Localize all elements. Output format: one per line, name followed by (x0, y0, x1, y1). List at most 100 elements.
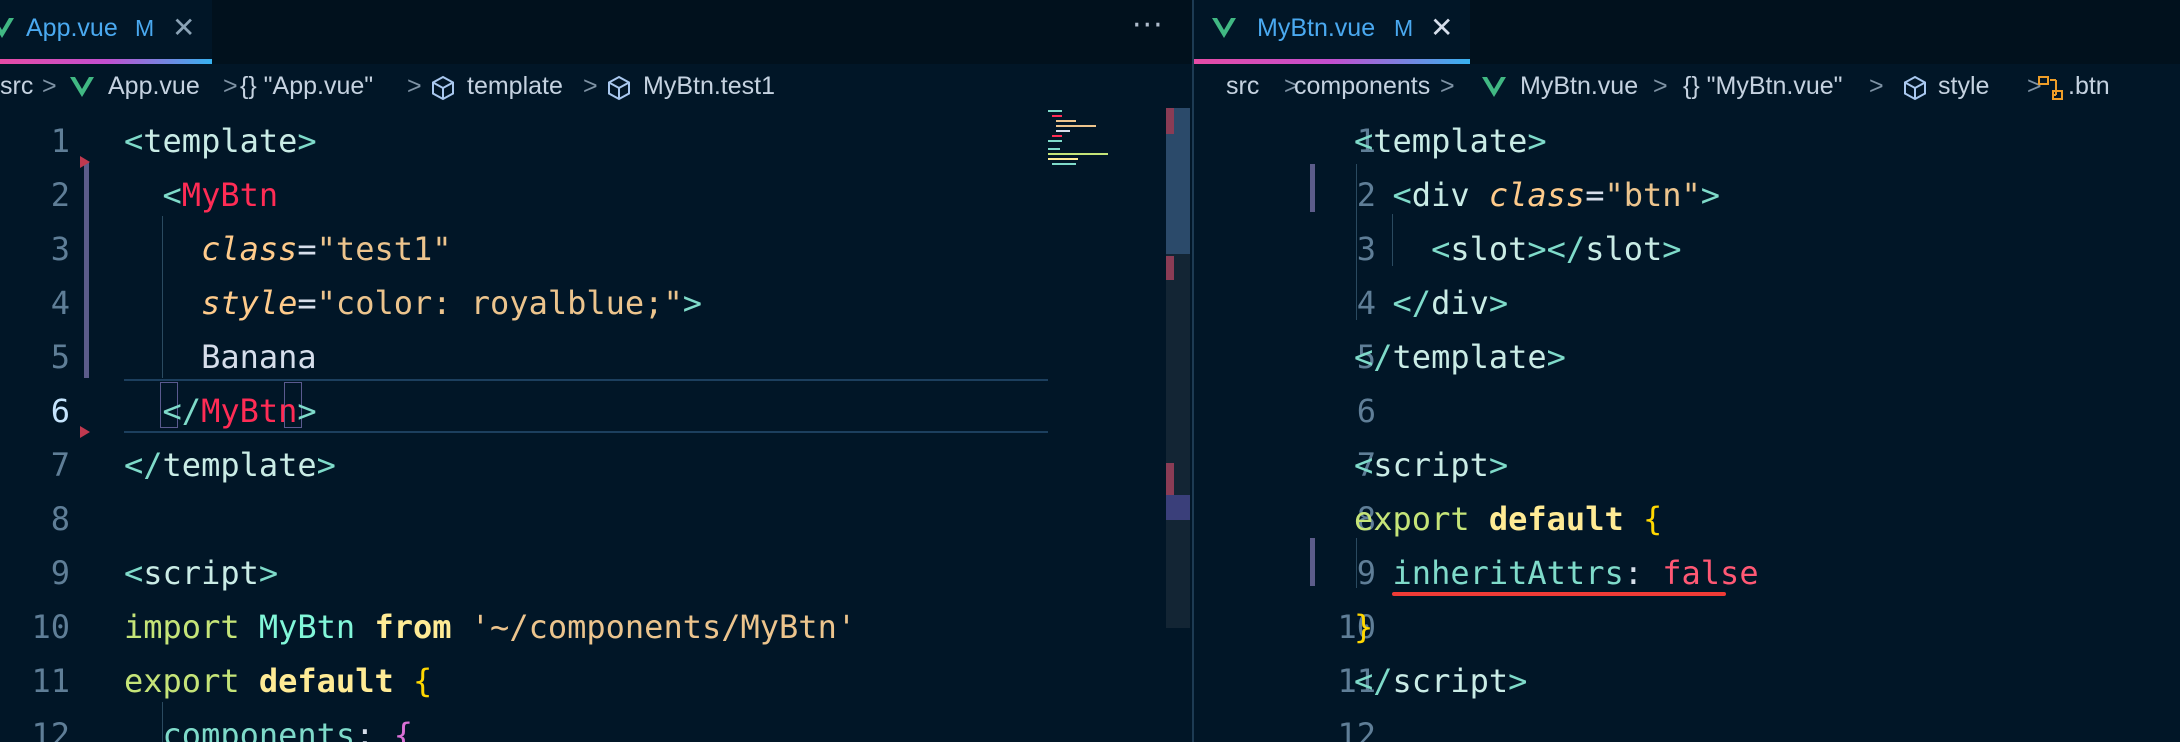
code-token: </ (1392, 284, 1432, 322)
breadcrumb-module[interactable]: {} "MyBtn.vue" (1683, 72, 1843, 101)
code-line[interactable]: 4 style="color: royalblue;"> (0, 276, 1192, 330)
line-number: 6 (1356, 392, 1376, 430)
breadcrumb-src[interactable]: src (1226, 72, 1259, 101)
code-token: default (1488, 500, 1643, 538)
line-number: 1 (50, 122, 70, 160)
code-line[interactable]: 7 <script> (1194, 438, 2180, 492)
breadcrumb-file[interactable]: App.vue (108, 72, 200, 101)
code-text: </script> (1354, 654, 1527, 708)
code-line[interactable]: 12 components: { (0, 708, 1192, 742)
change-marker (1166, 463, 1174, 495)
code-token: "btn" (1604, 176, 1701, 214)
code-token: < (124, 122, 144, 160)
code-token: > (1508, 662, 1528, 700)
style-rule-icon (2038, 76, 2063, 100)
close-icon[interactable]: ✕ (172, 11, 195, 44)
tab-app-vue[interactable]: App.vue M ✕ (0, 0, 212, 64)
close-icon[interactable]: ✕ (1430, 11, 1453, 44)
active-tab-indicator (0, 59, 212, 64)
code-line[interactable]: 3 <slot></slot> (1194, 222, 2180, 276)
code-line[interactable]: 11 export default { (0, 654, 1192, 708)
breadcrumb-separator: > (407, 72, 422, 100)
breadcrumb-symbol[interactable]: MyBtn.test1 (643, 72, 775, 101)
minimap[interactable] (1048, 108, 1128, 168)
code-token: > (1488, 446, 1509, 484)
code-line[interactable]: 4 </div> (1194, 276, 2180, 330)
code-token: import (124, 608, 259, 646)
code-token: slot (1585, 230, 1663, 268)
code-token: < (1392, 176, 1412, 214)
code-text: <slot></slot> (1354, 222, 1681, 276)
code-token: = (297, 284, 317, 322)
breadcrumb-module[interactable]: {} "App.vue" (240, 72, 373, 101)
line-number: 11 (31, 662, 70, 700)
code-token: template (1392, 338, 1547, 376)
code-token: class (1488, 176, 1586, 214)
change-marker (1166, 495, 1190, 520)
code-token: > (316, 446, 336, 484)
code-line[interactable]: 10} (1194, 600, 2180, 654)
code-line[interactable]: 10 import MyBtn from '~/components/MyBtn' (0, 600, 1192, 654)
code-line[interactable]: 1 <template> (1194, 114, 2180, 168)
code-line[interactable]: 6 (1194, 384, 2180, 438)
code-line[interactable]: 6 </MyBtn> (0, 384, 1192, 438)
vertical-scrollbar[interactable] (1166, 108, 1190, 628)
right-tab-bar: MyBtn.vue M ✕ (1194, 0, 2180, 64)
code-line[interactable]: 8 export default { (1194, 492, 2180, 546)
code-line[interactable]: 8 (0, 492, 1192, 546)
modified-indicator: M (1394, 15, 1414, 41)
code-token: "color: royalblue;" (316, 284, 683, 322)
code-token: < (162, 176, 182, 214)
breadcrumb-template[interactable]: template (467, 72, 563, 101)
code-token: export (1354, 500, 1489, 538)
code-line[interactable]: 1 <template> (0, 114, 1192, 168)
code-token: } (1354, 608, 1374, 646)
code-token: false (1662, 554, 1759, 592)
code-line[interactable]: 3 class="test1" (0, 222, 1192, 276)
code-text: style="color: royalblue;"> (124, 276, 702, 330)
breadcrumb-folder[interactable]: components (1294, 72, 1430, 101)
code-token: > (1488, 284, 1509, 322)
code-line[interactable]: 2 <div class="btn"> (1194, 168, 2180, 222)
code-line[interactable]: 11 </script> (1194, 654, 2180, 708)
code-token: template (143, 122, 298, 160)
code-text: import MyBtn from '~/components/MyBtn' (124, 600, 856, 654)
code-text: </template> (124, 438, 336, 492)
tab-label: MyBtn.vue (1257, 14, 1376, 42)
code-token: > (297, 122, 317, 160)
code-token: { (1642, 500, 1663, 538)
breadcrumb-selector[interactable]: .btn (2068, 72, 2110, 101)
code-line[interactable]: 9 <script> (0, 546, 1192, 600)
breadcrumb-file[interactable]: MyBtn.vue (1520, 72, 1638, 101)
code-line[interactable]: 2 <MyBtn (0, 168, 1192, 222)
more-actions-icon[interactable]: ··· (1132, 8, 1164, 43)
cube-icon (1904, 75, 1926, 101)
code-token: div (1411, 176, 1489, 214)
code-text: Banana (124, 330, 317, 384)
code-text: <script> (124, 546, 278, 600)
code-line[interactable]: 5 Banana (0, 330, 1192, 384)
code-text: <div class="btn"> (1354, 168, 1721, 222)
line-number: 2 (50, 176, 70, 214)
breadcrumb-style[interactable]: style (1938, 72, 1989, 101)
tab-mybtn-vue[interactable]: MyBtn.vue M ✕ (1194, 0, 1470, 64)
code-token: default (258, 662, 413, 700)
code-line[interactable]: 12 (1194, 708, 2180, 742)
code-line[interactable]: 7 </template> (0, 438, 1192, 492)
code-token: < (1431, 230, 1451, 268)
code-token: > (1700, 176, 1721, 214)
code-token: : (355, 716, 394, 742)
vue-icon (1212, 18, 1236, 38)
code-text: export default { (124, 654, 432, 708)
code-token: : (1623, 554, 1663, 592)
line-number: 5 (50, 338, 70, 376)
breadcrumb-src[interactable]: src (0, 72, 33, 101)
code-token: = (297, 230, 317, 268)
code-token: > (1527, 122, 1547, 160)
code-line[interactable]: 5 </template> (1194, 330, 2180, 384)
code-text: </MyBtn> (124, 384, 317, 438)
